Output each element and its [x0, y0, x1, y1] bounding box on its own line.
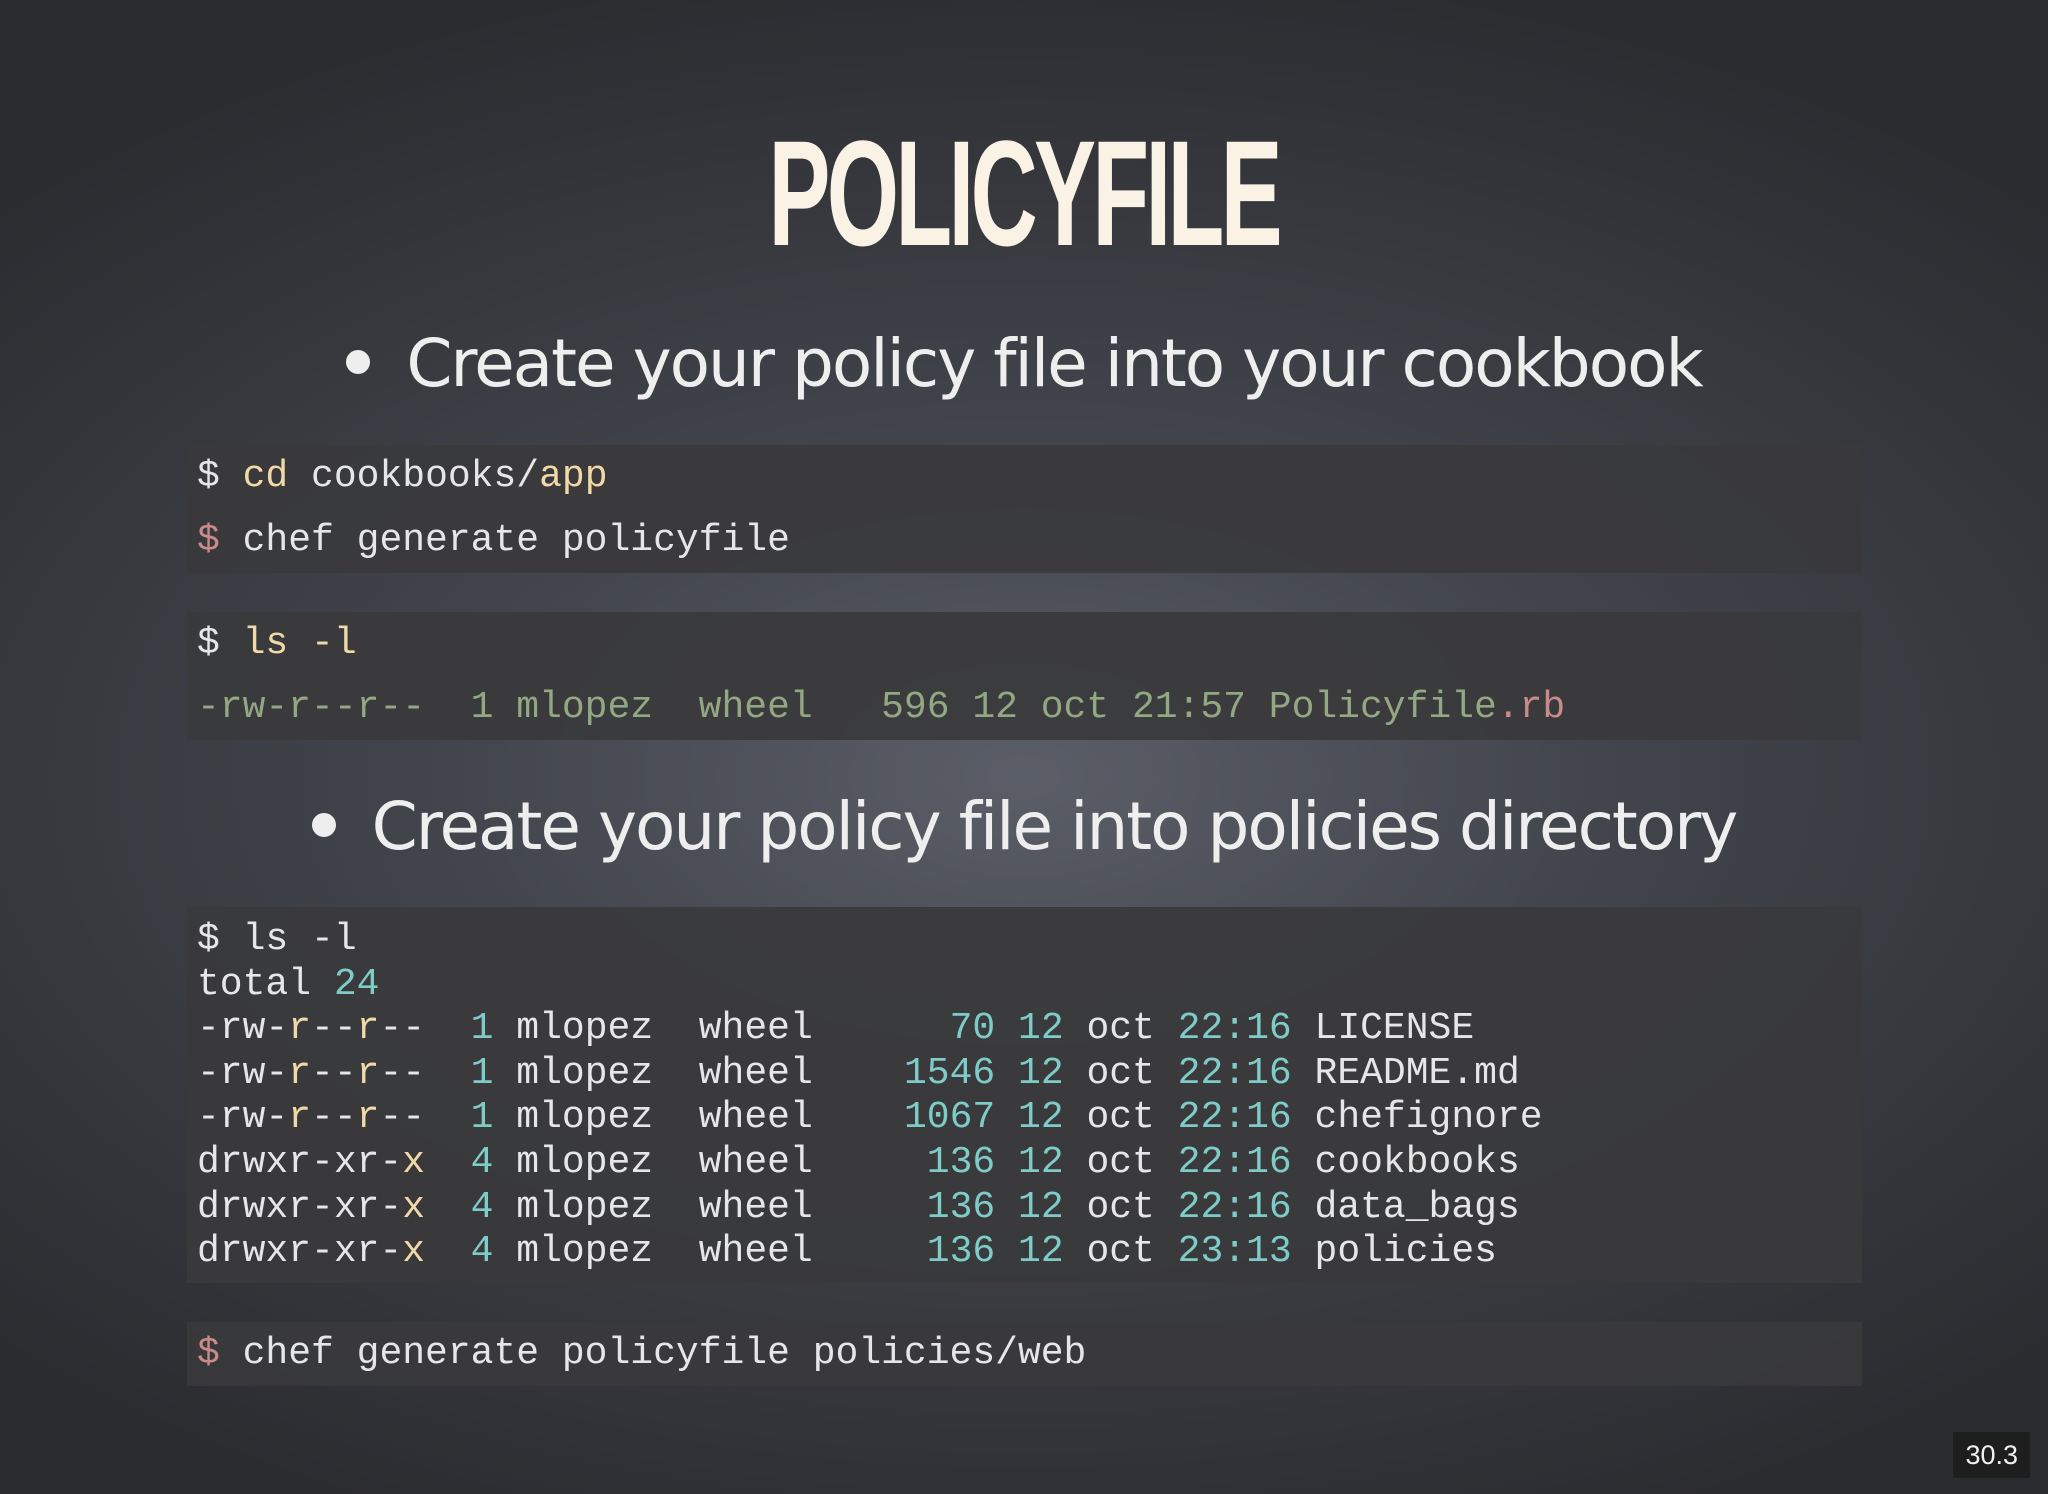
listing-rows: -rw-r--r-- 1 mlopez wheel 70 12 oct 22:1…	[197, 1007, 1862, 1275]
listing-row: -rw-r--r-- 1 mlopez wheel 1546 12 oct 22…	[197, 1051, 1520, 1095]
code-block-cd: $ cd cookbooks/app $ chef generate polic…	[187, 445, 1862, 573]
bullet-dot-icon	[346, 349, 371, 374]
listing-row: drwxr-xr-x 4 mlopez wheel 136 12 oct 22:…	[197, 1140, 1520, 1184]
listing-row: drwxr-xr-x 4 mlopez wheel 136 12 oct 22:…	[197, 1185, 1520, 1229]
code-line: -rw-r--r-- 1 mlopez wheel 596 12 oct 21:…	[197, 686, 1566, 729]
code-line: $ ls -l	[197, 622, 357, 665]
listing-row: -rw-r--r-- 1 mlopez wheel 1067 12 oct 22…	[197, 1096, 1543, 1140]
bullet-item: Create your policy file into your cookbo…	[0, 324, 2048, 404]
slide-number-badge: 30.3	[1953, 1432, 2030, 1478]
code-line: $ ls -l	[197, 918, 357, 961]
code-line: $ chef generate policyfile	[197, 519, 790, 562]
code-line: $ cd cookbooks/app	[197, 455, 608, 498]
bullet-item: Create your policy file into policies di…	[0, 787, 2048, 867]
listing-row: -rw-r--r-- 1 mlopez wheel 70 12 oct 22:1…	[197, 1007, 1475, 1051]
code-block-ls: $ ls -l -rw-r--r-- 1 mlopez wheel 596 12…	[187, 612, 1862, 740]
code-block-generate: $ chef generate policyfile policies/web	[187, 1322, 1862, 1386]
code-block-listing: $ ls -l total 24 -rw-r--r-- 1 mlopez whe…	[187, 907, 1862, 1283]
code-line: total 24	[197, 962, 380, 1006]
code-line: $ chef generate policyfile policies/web	[197, 1332, 1087, 1375]
slide-title: POLICYFILE	[768, 109, 1283, 277]
bullet-dot-icon	[311, 812, 336, 837]
slide: POLICYFILE Create your policy file into …	[0, 0, 2048, 1494]
listing-row: drwxr-xr-x 4 mlopez wheel 136 12 oct 23:…	[197, 1230, 1497, 1274]
